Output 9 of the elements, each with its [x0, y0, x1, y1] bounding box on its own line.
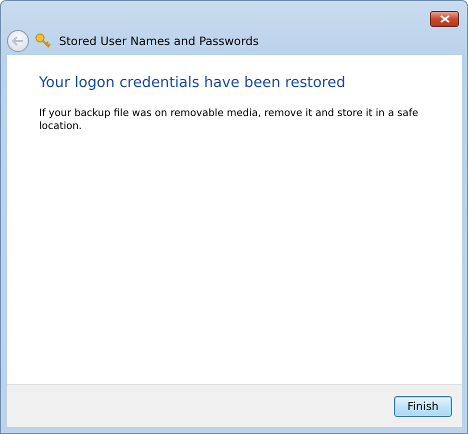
finish-button[interactable]: Finish — [394, 396, 452, 416]
close-button[interactable] — [430, 11, 459, 27]
back-button[interactable] — [7, 30, 29, 52]
page-heading: Your logon credentials have been restored — [39, 75, 346, 91]
close-icon — [440, 15, 450, 23]
back-arrow-icon — [12, 36, 24, 46]
key-icon — [35, 33, 51, 49]
window-title: Stored User Names and Passwords — [59, 34, 259, 48]
instruction-text: If your backup file was on removable media, remove it and store it in a safe location. — [39, 107, 420, 133]
